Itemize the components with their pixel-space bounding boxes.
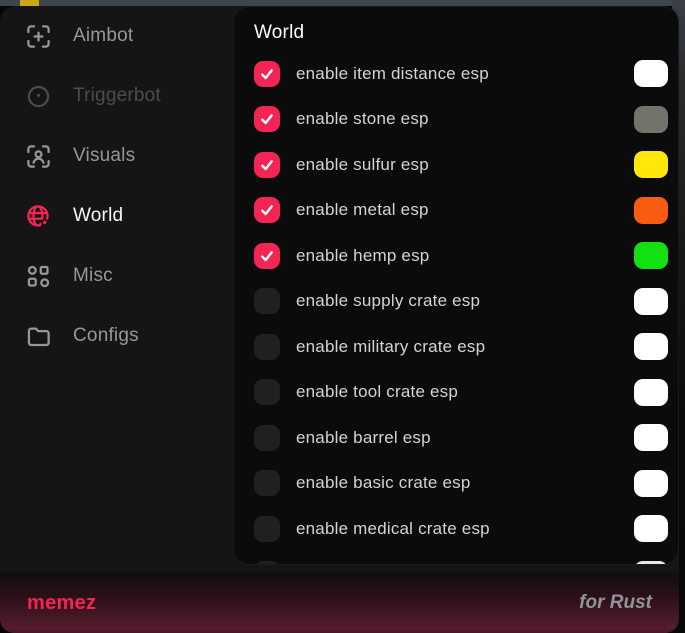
sidebar-item-triggerbot[interactable]: Triggerbot [0, 66, 233, 126]
esp-row: enable item distance esp [254, 51, 668, 97]
esp-checkbox[interactable] [254, 106, 280, 132]
esp-row-label: enable tool crate esp [296, 382, 458, 402]
crosshair-icon [25, 23, 52, 50]
panel-title: World [254, 22, 668, 44]
person-scan-icon [25, 143, 52, 170]
content-row: Aimbot Triggerbot Visuals World Misc Con… [0, 6, 679, 573]
sidebar-item-label: Triggerbot [73, 85, 161, 107]
color-swatch[interactable] [634, 288, 668, 315]
color-swatch[interactable] [634, 379, 668, 406]
sidebar: Aimbot Triggerbot Visuals World Misc Con… [0, 6, 233, 573]
sidebar-item-world[interactable]: World [0, 186, 233, 246]
esp-row-label: enable stone esp [296, 109, 429, 129]
esp-row-label: enable hemp esp [296, 246, 429, 266]
esp-row-label: enable military crate esp [296, 337, 485, 357]
grid-shapes-icon [25, 263, 52, 290]
esp-row-label: enable basic crate esp [296, 473, 471, 493]
color-swatch[interactable] [634, 60, 668, 87]
world-panel: World enable item distance esp enable st… [233, 6, 679, 565]
esp-row-label: enable supply crate esp [296, 291, 480, 311]
esp-row: enable sulfur esp [254, 142, 668, 188]
sidebar-item-configs[interactable]: Configs [0, 306, 233, 366]
esp-row: enable hemp esp [254, 233, 668, 279]
sidebar-item-aimbot[interactable]: Aimbot [0, 6, 233, 66]
trigger-circle-icon [25, 83, 52, 110]
esp-row: enable barrel esp [254, 415, 668, 461]
sidebar-item-misc[interactable]: Misc [0, 246, 233, 306]
color-swatch[interactable] [634, 333, 668, 360]
color-swatch[interactable] [634, 151, 668, 178]
color-swatch[interactable] [634, 470, 668, 497]
esp-checkbox[interactable] [254, 516, 280, 542]
esp-row: enable metal esp [254, 188, 668, 234]
brand-label: memez [27, 592, 96, 615]
esp-checkbox[interactable] [254, 197, 280, 223]
color-swatch[interactable] [634, 242, 668, 269]
globe-star-icon [25, 203, 52, 230]
tagline-label: for Rust [579, 592, 652, 614]
sidebar-item-label: World [73, 205, 123, 227]
esp-checkbox[interactable] [254, 61, 280, 87]
sidebar-item-visuals[interactable]: Visuals [0, 126, 233, 186]
cheat-menu-window: Aimbot Triggerbot Visuals World Misc Con… [0, 6, 679, 633]
esp-row-list: enable item distance esp enable stone es… [254, 51, 668, 565]
esp-checkbox[interactable] [254, 379, 280, 405]
esp-row-label: enable barrel esp [296, 428, 431, 448]
esp-checkbox[interactable] [254, 334, 280, 360]
esp-row: enable supply crate esp [254, 279, 668, 325]
footer-bar: memez for Rust [0, 573, 679, 633]
esp-row-label: enable sulfur esp [296, 155, 429, 175]
esp-checkbox[interactable] [254, 425, 280, 451]
esp-checkbox[interactable] [254, 561, 280, 565]
esp-row [254, 552, 668, 566]
esp-row-label: enable item distance esp [296, 64, 489, 84]
sidebar-item-label: Visuals [73, 145, 135, 167]
esp-row-label: enable medical crate esp [296, 519, 490, 539]
sidebar-item-label: Misc [73, 265, 113, 287]
esp-checkbox[interactable] [254, 243, 280, 269]
esp-row: enable tool crate esp [254, 370, 668, 416]
esp-checkbox[interactable] [254, 288, 280, 314]
esp-row: enable stone esp [254, 97, 668, 143]
folder-icon [25, 323, 52, 350]
color-swatch[interactable] [634, 424, 668, 451]
esp-row: enable medical crate esp [254, 506, 668, 552]
color-swatch[interactable] [634, 106, 668, 133]
esp-row-label: enable metal esp [296, 200, 429, 220]
color-swatch[interactable] [634, 561, 668, 565]
esp-checkbox[interactable] [254, 470, 280, 496]
color-swatch[interactable] [634, 515, 668, 542]
sidebar-item-label: Aimbot [73, 25, 133, 47]
esp-row: enable basic crate esp [254, 461, 668, 507]
esp-checkbox[interactable] [254, 152, 280, 178]
sidebar-item-label: Configs [73, 325, 139, 347]
esp-row: enable military crate esp [254, 324, 668, 370]
color-swatch[interactable] [634, 197, 668, 224]
